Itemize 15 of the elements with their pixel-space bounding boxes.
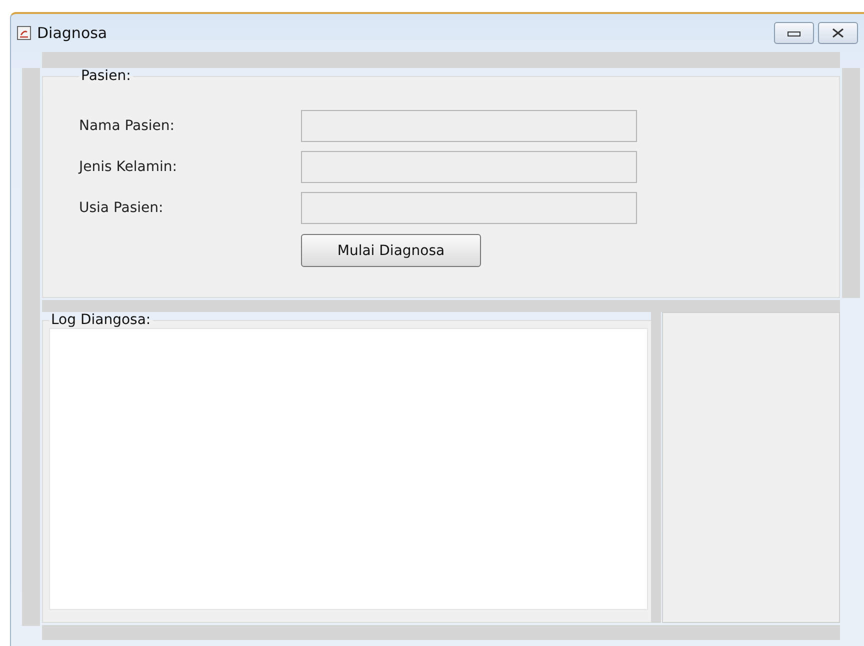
input-field[interactable] (301, 110, 637, 142)
field-label: Usia Pasien: (79, 200, 164, 216)
field-label: Jenis Kelamin: (79, 159, 178, 175)
window-title: Diagnosa (37, 24, 108, 42)
close-button[interactable] (818, 22, 858, 44)
minimize-button[interactable] (774, 22, 814, 44)
panel-title: Log Diangosa: (50, 312, 152, 328)
panel-title: Pasien: (80, 68, 132, 84)
field-label: Nama Pasien: (79, 118, 176, 134)
input-field[interactable] (301, 192, 637, 224)
app-icon (17, 26, 31, 40)
close-icon (831, 28, 845, 38)
input-field[interactable] (301, 151, 637, 183)
minimize-icon (787, 29, 801, 37)
start-diagnosis-button[interactable]: Mulai Diagnosa (301, 234, 481, 267)
